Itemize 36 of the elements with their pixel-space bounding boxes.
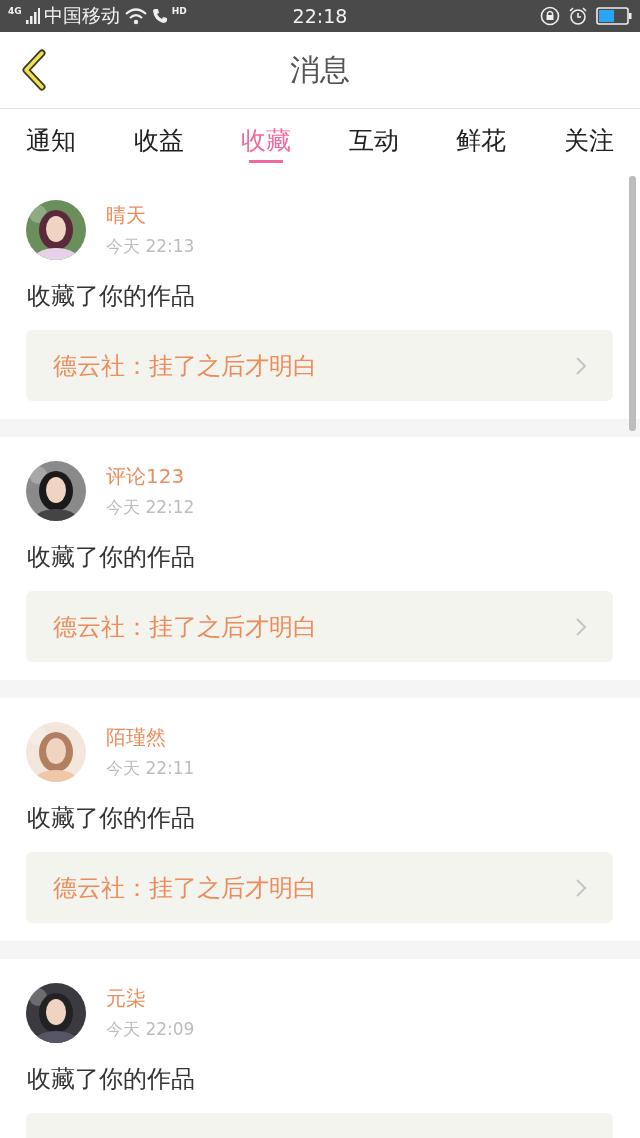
tab[interactable]: 收藏 bbox=[241, 109, 292, 171]
message-time: 今天 22:13 bbox=[106, 235, 195, 258]
phone-icon bbox=[151, 8, 168, 24]
signal-icon bbox=[25, 8, 40, 24]
tab[interactable]: 互动 bbox=[348, 109, 399, 171]
network-type: 4G bbox=[8, 6, 22, 16]
rotation-lock-icon bbox=[540, 6, 560, 26]
back-icon bbox=[20, 49, 48, 91]
work-link[interactable]: 德云社：挂了之后才明白 bbox=[26, 591, 613, 662]
message-text: 收藏了你的作品 bbox=[27, 1064, 196, 1095]
user-name[interactable]: 评论123 bbox=[106, 463, 195, 490]
wifi-icon bbox=[123, 7, 148, 25]
message-text: 收藏了你的作品 bbox=[27, 803, 196, 834]
call-label: HD bbox=[171, 6, 187, 16]
message-time: 今天 22:12 bbox=[106, 496, 195, 519]
carrier-name: 中国移动 bbox=[43, 3, 120, 28]
clock-time: 22:18 bbox=[292, 5, 348, 27]
message-text: 收藏了你的作品 bbox=[27, 281, 196, 312]
message-time: 今天 22:11 bbox=[106, 757, 195, 780]
chevron-icon bbox=[575, 355, 587, 376]
message-text: 收藏了你的作品 bbox=[27, 542, 196, 573]
alarm-icon bbox=[568, 6, 588, 26]
work-link[interactable]: 德云社：挂了之后才明白 bbox=[26, 330, 613, 401]
tab[interactable]: 收益 bbox=[133, 109, 184, 171]
user-name[interactable]: 陌瑾然 bbox=[106, 724, 195, 751]
chevron-icon bbox=[575, 616, 587, 637]
tab[interactable]: 通知 bbox=[26, 109, 76, 171]
tab[interactable]: 鲜花 bbox=[456, 109, 507, 171]
user-name[interactable]: 元柒 bbox=[106, 985, 195, 1012]
user-name[interactable]: 晴天 bbox=[106, 202, 195, 229]
message-time: 今天 22:09 bbox=[106, 1018, 195, 1041]
tab[interactable]: 关注 bbox=[563, 109, 614, 171]
page-title: 消息 bbox=[290, 50, 350, 89]
chevron-icon bbox=[575, 877, 587, 898]
battery-icon bbox=[596, 7, 632, 25]
work-link[interactable]: 德云社：挂了之后才明白 bbox=[26, 852, 613, 923]
